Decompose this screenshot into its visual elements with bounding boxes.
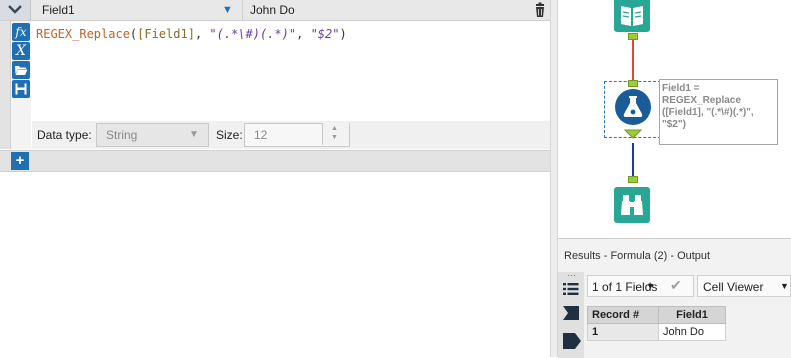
book-icon [621,6,643,26]
output-field-name: Field1 [42,3,75,17]
viewer-selector[interactable]: Cell Viewer ▼ [697,275,791,297]
results-side-toolbar: ··· [558,270,584,358]
trash-icon [536,2,544,17]
tool-annotation: Field1 = REGEX_Replace ([Field1], "(.*\#… [659,79,778,145]
size-stepper[interactable]: ▲ ▼ [322,123,349,145]
stepper-down-icon[interactable]: ▼ [331,134,338,141]
output-field-select[interactable]: Field1 ▼ [32,0,241,20]
expression-text[interactable]: REGEX_Replace([Field1], "(.*\#)(.*)", "$… [36,27,347,41]
variables-button[interactable]: X [12,42,30,60]
stepper-up-icon[interactable]: ▲ [331,125,338,132]
save-icon [15,83,27,95]
formula-field-row: Field1 ▼ John Do [0,0,550,21]
expr-separator-1: , [194,27,210,41]
expr-function: REGEX_Replace [36,27,130,41]
results-panel: Results - Formula (2) - Output ··· 1 of … [558,238,791,358]
add-formula-row: + [0,150,550,172]
table-row[interactable]: 1 John Do [587,323,726,341]
panel-splitter[interactable] [550,0,558,357]
function-fx-button[interactable]: fx [12,23,30,41]
data-type-value: String [106,128,138,142]
viewer-selector-label: Cell Viewer [703,280,764,294]
output-tag-icon[interactable] [562,332,582,350]
dropdown-arrow-icon: ▼ [646,281,655,291]
binoculars-icon [621,195,643,215]
delete-button[interactable] [530,0,550,20]
plus-icon: + [15,152,25,169]
column-header-record[interactable]: Record # [587,306,659,324]
dropdown-arrow-icon: ▼ [222,4,233,16]
column-header-field1[interactable]: Field1 [658,306,726,324]
variable-x-icon: X [16,43,26,59]
record-number-cell[interactable]: 1 [587,323,659,341]
expr-replacement: "$2" [310,27,340,41]
browse-tool[interactable] [614,187,650,223]
chevron-down-icon [8,5,22,14]
expr-field: [Field1] [137,27,195,41]
data-type-row: Data type: String ▼ Size: 12 ▲ ▼ [32,121,550,149]
input-connector[interactable] [628,176,638,183]
preview-value-cell: John Do [242,0,530,20]
dropdown-arrow-icon: ▼ [189,129,199,140]
list-view-icon[interactable] [563,282,579,296]
connection-wire [632,40,634,82]
tag-icon[interactable] [563,306,579,320]
fields-selector[interactable]: 1 of 1 Fields ▼ ✔ [587,275,694,297]
data-type-select[interactable]: String ▼ [96,123,209,147]
folder-open-icon [15,66,28,75]
collapse-button[interactable] [0,0,31,20]
formula-row-gutter [0,21,11,149]
expr-separator-2: , [296,27,311,41]
formula-tool[interactable] [615,89,651,125]
expression-editor[interactable]: REGEX_Replace([Field1], "(.*\#)(.*)", "$… [32,21,550,121]
results-table: Record # Field1 1 John Do [587,306,726,341]
data-type-label: Data type: [37,128,92,142]
fx-icon: fx [15,25,27,39]
expr-pattern: "(.*\#)(.*)" [209,27,297,41]
formula-output-connector[interactable] [623,128,643,139]
input-connector[interactable] [628,80,638,87]
checkmark-icon[interactable]: ✔ [670,277,682,294]
save-expression-button[interactable] [12,80,30,98]
connection-wire [632,143,634,177]
size-label: Size: [216,128,243,142]
size-value: 12 [254,128,268,142]
preview-value: John Do [250,3,295,17]
more-dots-icon: ··· [567,270,576,280]
dropdown-arrow-icon: ▼ [780,281,789,291]
input-data-tool[interactable] [614,0,650,32]
output-connector[interactable] [628,33,638,40]
expr-close-paren: ) [339,27,347,41]
flask-icon [623,96,643,117]
formula-tool-column: fx X [11,21,31,149]
results-toolbar: 1 of 1 Fields ▼ ✔ Cell Viewer ▼ [585,272,791,300]
connector-arrow-icon [623,129,643,139]
formula-panel: Field1 ▼ John Do fx X REGEX_Replace([Fie… [0,0,550,357]
results-title: Results - Formula (2) - Output [564,250,711,262]
add-formula-button[interactable]: + [11,152,29,170]
field1-cell[interactable]: John Do [658,323,726,341]
open-expression-button[interactable] [12,61,30,79]
